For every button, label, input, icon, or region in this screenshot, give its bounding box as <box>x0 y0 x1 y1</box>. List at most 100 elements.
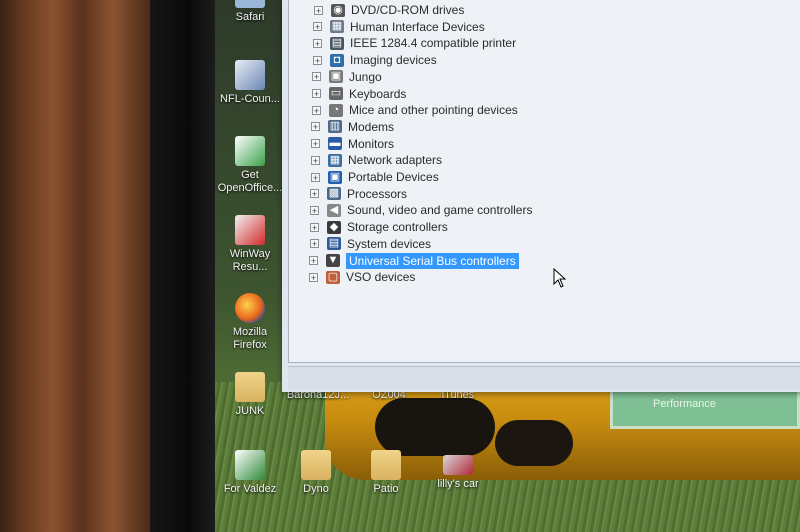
desktop-icon-label: WinWay Resu... <box>229 248 271 273</box>
tree-item[interactable]: + ▩ Processors <box>310 186 407 202</box>
system-icon: ▤ <box>327 237 341 251</box>
status-bar <box>288 366 800 389</box>
tree-item-label: Human Interface Devices <box>350 19 485 34</box>
desktop-icon-dyno[interactable]: Dyno <box>276 450 356 496</box>
hid-icon: ▦ <box>330 20 344 34</box>
expand-toggle-icon[interactable]: + <box>310 222 319 232</box>
desktop-icon-label: For Valdez <box>223 483 277 495</box>
tree-item[interactable]: + ▭ Keyboards <box>312 86 406 102</box>
folder-icon <box>235 372 265 402</box>
tree-item[interactable]: + ◉ DVD/CD-ROM drives <box>314 2 464 18</box>
tree-item-label: Sound, video and game controllers <box>347 203 533 218</box>
device-icon: ▣ <box>329 70 343 84</box>
tree-item-label: Modems <box>348 119 395 134</box>
desktop-icon-label: NFL-Coun... <box>220 93 280 105</box>
tree-item[interactable]: + ▤ IEEE 1284.4 compatible printer <box>313 35 516 51</box>
desktop-icon-label: Patio <box>373 483 399 495</box>
expand-toggle-icon[interactable]: + <box>312 72 321 82</box>
wallpaper-car-grill <box>375 398 495 456</box>
tree-item[interactable]: + ▼ Universal Serial Bus controllers <box>309 252 519 269</box>
tree-item[interactable]: + ▢ VSO devices <box>309 269 415 285</box>
monitor-bezel <box>150 0 215 532</box>
expand-toggle-icon[interactable]: + <box>311 155 320 165</box>
tree-item[interactable]: + ▦ Human Interface Devices <box>313 19 485 35</box>
modem-icon: ▥ <box>328 120 342 134</box>
dvd-drive-icon: ◉ <box>331 3 345 17</box>
winway-icon <box>235 215 265 245</box>
expand-toggle-icon[interactable]: + <box>310 189 319 199</box>
expand-toggle-icon[interactable]: + <box>313 55 322 65</box>
tree-item-label: VSO devices <box>346 270 416 285</box>
tree-item-label: Universal Serial Bus controllers <box>346 252 519 269</box>
image-file-icon <box>443 455 473 475</box>
expand-toggle-icon[interactable]: + <box>313 22 322 32</box>
desktop-icon-winway[interactable]: WinWay Resu... <box>210 215 290 274</box>
expand-toggle-icon[interactable]: + <box>311 172 320 182</box>
openoffice-download-icon <box>235 136 265 166</box>
tree-item-label: Processors <box>347 186 408 201</box>
wallpaper-car-vent <box>495 420 573 466</box>
folder-icon <box>371 450 401 480</box>
tree-item-label: Storage controllers <box>347 220 448 235</box>
portable-device-icon: ▣ <box>328 170 342 184</box>
camera-icon: ◘ <box>330 53 344 67</box>
desktop-icon-openoffice[interactable]: Get OpenOffice... <box>210 136 290 195</box>
mouse-icon: ◔ <box>329 103 343 117</box>
nfl-shortcut-icon <box>235 60 265 90</box>
tree-item-label: Monitors <box>348 136 395 151</box>
tree-item-label: System devices <box>347 236 432 251</box>
tree-item-label: IEEE 1284.4 compatible printer <box>350 36 517 51</box>
desktop-icon-nfl-counter[interactable]: NFL-Coun... <box>210 60 290 106</box>
expand-toggle-icon[interactable]: + <box>309 256 318 266</box>
tree-item[interactable]: + ▥ Modems <box>311 119 394 135</box>
storage-icon: ◆ <box>327 220 341 234</box>
tree-item[interactable]: + ◀ Sound, video and game controllers <box>310 202 532 218</box>
keyboard-icon: ▭ <box>329 87 343 100</box>
mouse-cursor-icon <box>553 268 567 288</box>
tree-item[interactable]: + ▣ Portable Devices <box>311 169 439 185</box>
safari-icon <box>235 0 265 8</box>
tree-item-label: Jungo <box>349 69 382 84</box>
tree-item-label: DVD/CD-ROM drives <box>351 3 465 17</box>
printer-icon: ▤ <box>330 36 344 50</box>
expand-toggle-icon[interactable]: + <box>314 5 323 15</box>
vso-icon: ▢ <box>326 270 340 284</box>
desktop-icon-lillys-car[interactable]: lilly's car <box>418 455 498 491</box>
desktop-icon-patio[interactable]: Patio <box>346 450 426 496</box>
tree-item-label: Portable Devices <box>348 170 439 184</box>
speaker-icon: ◀ <box>327 203 341 217</box>
expand-toggle-icon[interactable]: + <box>312 89 321 99</box>
tree-item[interactable]: + ◆ Storage controllers <box>310 219 448 235</box>
expand-toggle-icon[interactable]: + <box>313 38 322 48</box>
desktop-icon-label: Mozilla Firefox <box>232 326 268 351</box>
expand-toggle-icon[interactable]: + <box>312 105 321 115</box>
expand-toggle-icon[interactable]: + <box>311 122 320 132</box>
expand-toggle-icon[interactable]: + <box>309 272 318 282</box>
processor-icon: ▩ <box>327 187 341 201</box>
tree-item[interactable]: + ◔ Mice and other pointing devices <box>312 102 518 118</box>
tree-item[interactable]: + ▤ System devices <box>310 236 431 252</box>
desktop-icon-label: Get OpenOffice... <box>217 169 283 194</box>
tree-item[interactable]: + ▣ Jungo <box>312 69 382 85</box>
monitor-wood-frame <box>0 0 150 532</box>
folder-icon <box>301 450 331 480</box>
firefox-icon <box>235 293 265 323</box>
tree-item-label: Network adapters <box>348 153 443 168</box>
expand-toggle-icon[interactable]: + <box>310 205 319 215</box>
performance-widget-label: Performance <box>653 398 716 410</box>
desktop-icon-safari[interactable]: Safari <box>210 0 290 24</box>
usb-icon: ▼ <box>326 254 340 267</box>
desktop-icon-label: lilly's car <box>437 478 479 490</box>
monitor-icon: ▬ <box>328 137 342 151</box>
tree-item-label: Keyboards <box>349 86 407 101</box>
excel-file-icon <box>235 450 265 480</box>
tree-item[interactable]: + ▦ Network adapters <box>311 152 442 168</box>
expand-toggle-icon[interactable]: + <box>310 239 319 249</box>
expand-toggle-icon[interactable]: + <box>311 139 320 149</box>
desktop-icon-firefox[interactable]: Mozilla Firefox <box>210 293 290 352</box>
tree-item[interactable]: + ◘ Imaging devices <box>313 52 437 68</box>
tree-item[interactable]: + ▬ Monitors <box>311 136 394 152</box>
network-icon: ▦ <box>328 153 342 167</box>
desktop-icon-label: Safari <box>235 11 265 23</box>
tree-item-label: Mice and other pointing devices <box>349 103 518 118</box>
